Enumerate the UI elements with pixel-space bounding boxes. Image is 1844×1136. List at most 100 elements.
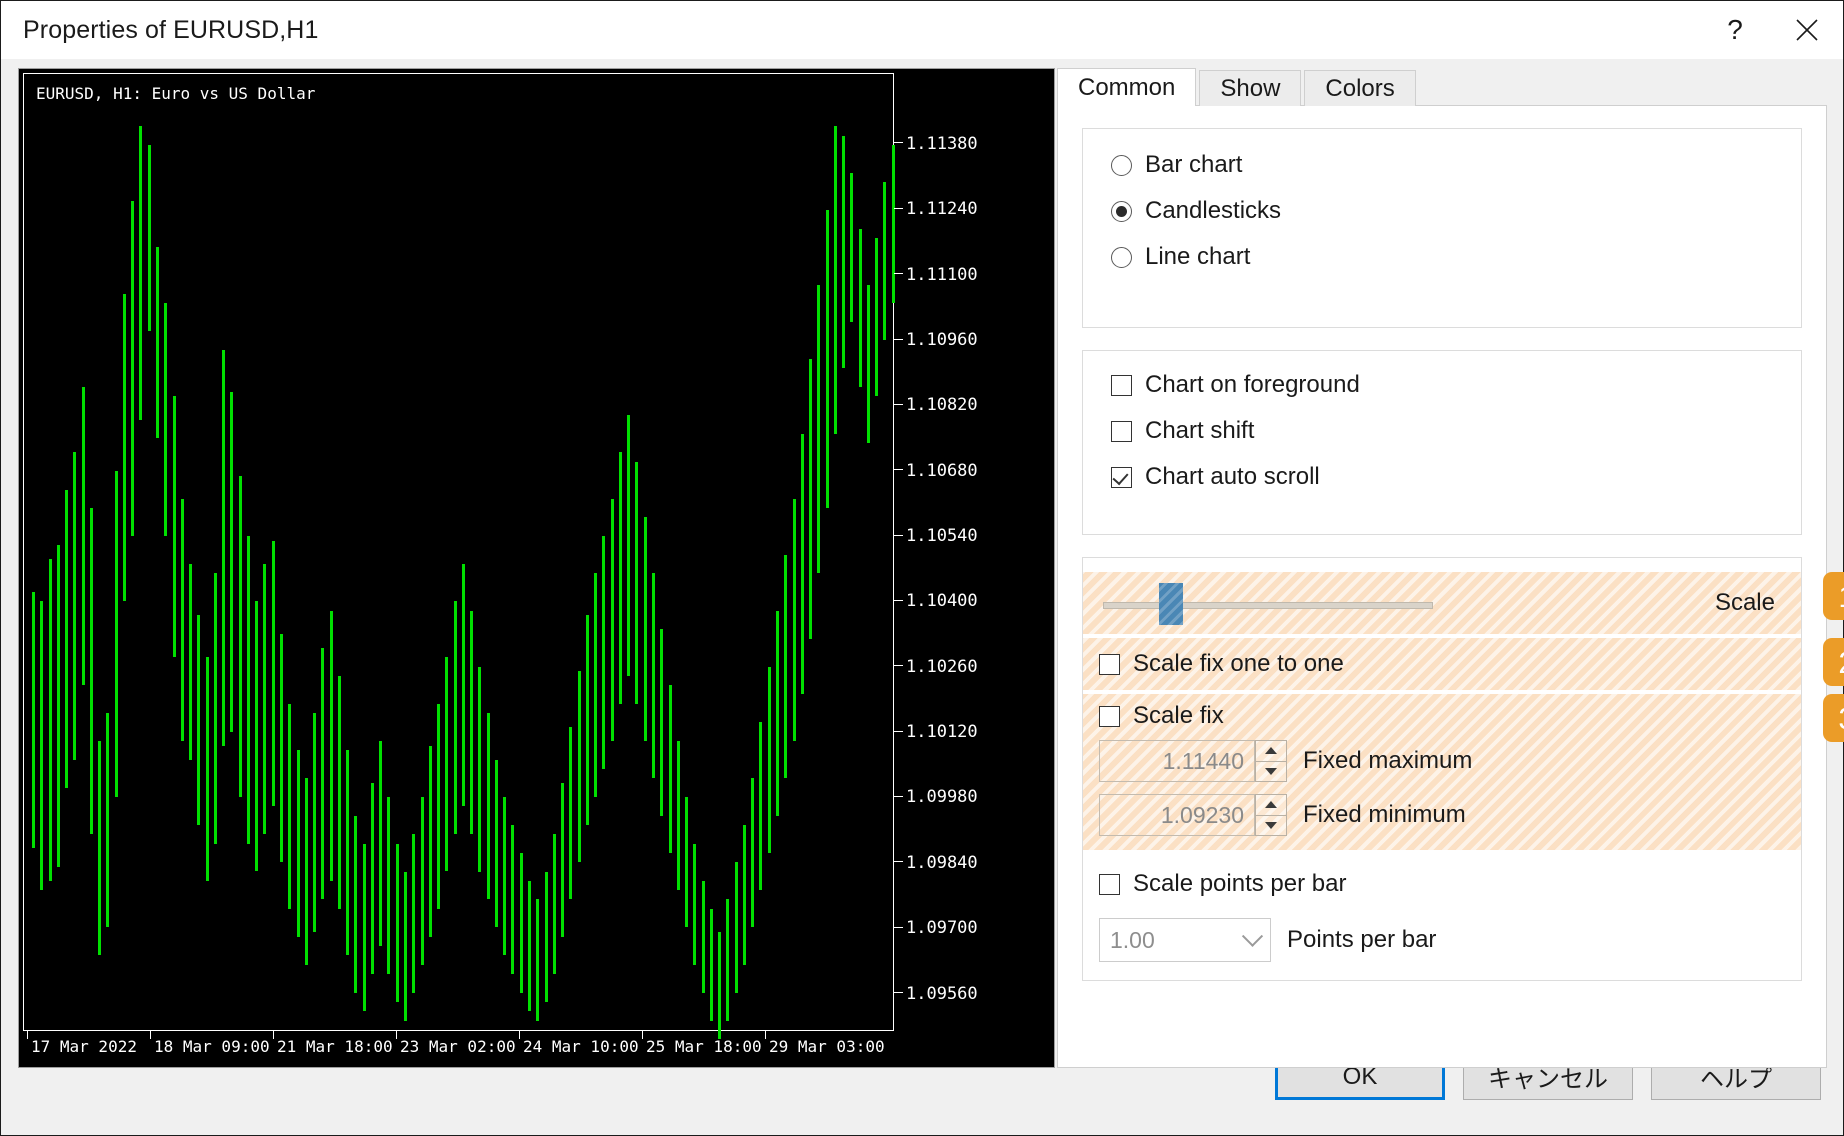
chart-symbol-label: EURUSD, H1: Euro vs US Dollar bbox=[36, 84, 315, 103]
stepper-down-button[interactable] bbox=[1255, 762, 1287, 783]
chart-bar bbox=[520, 853, 523, 993]
chart-bar bbox=[842, 136, 845, 369]
chart-bar bbox=[743, 825, 746, 965]
arrow-up-icon bbox=[1265, 747, 1277, 754]
chart-y-tick: 1.10540 bbox=[894, 526, 978, 546]
chart-bar bbox=[503, 797, 506, 955]
chart-bar bbox=[123, 294, 126, 601]
chart-bar bbox=[883, 182, 886, 340]
fixed-maximum-input[interactable]: 1.11440 bbox=[1099, 740, 1255, 782]
chevron-down-icon bbox=[1242, 925, 1263, 946]
chart-bar bbox=[40, 601, 43, 890]
fixed-minimum-input[interactable]: 1.09230 bbox=[1099, 794, 1255, 836]
chart-bar bbox=[487, 713, 490, 899]
chart-type-group: Bar chart Candlesticks Line chart bbox=[1082, 128, 1802, 328]
chart-y-tick: 1.10960 bbox=[894, 330, 978, 350]
chart-y-tick: 1.11240 bbox=[894, 199, 978, 219]
chart-x-tick: 29 Mar 03:00 bbox=[769, 1037, 885, 1056]
chart-bar bbox=[619, 452, 622, 704]
stepper-down-button[interactable] bbox=[1255, 816, 1287, 837]
checkbox-scale-fix-one-to-one[interactable]: Scale fix one to one bbox=[1083, 638, 1801, 690]
chart-y-tick: 1.09980 bbox=[894, 787, 978, 807]
chart-bar bbox=[826, 210, 829, 508]
radio-circle-selected-icon bbox=[1111, 201, 1132, 222]
chart-bar bbox=[173, 396, 176, 657]
annotation-badge-1: 1 bbox=[1823, 572, 1844, 620]
chart-bar bbox=[247, 536, 250, 843]
radio-candlesticks[interactable]: Candlesticks bbox=[1111, 199, 1773, 223]
points-per-bar-select[interactable]: 1.00 bbox=[1099, 918, 1271, 962]
chart-bar bbox=[222, 350, 225, 746]
stepper-up-button[interactable] bbox=[1255, 794, 1287, 816]
chart-bar bbox=[239, 476, 242, 797]
chart-bar bbox=[412, 834, 415, 992]
checkbox-chart-auto-scroll[interactable]: Chart auto scroll bbox=[1111, 465, 1773, 489]
chart-x-tickmark bbox=[765, 1031, 766, 1039]
checkbox-checked-icon bbox=[1111, 467, 1132, 488]
chart-bar bbox=[669, 685, 672, 853]
points-per-bar-label: Points per bar bbox=[1287, 926, 1436, 954]
chart-bar bbox=[49, 559, 52, 880]
fixed-minimum-stepper[interactable] bbox=[1255, 794, 1287, 836]
checkbox-icon bbox=[1111, 375, 1132, 396]
chart-plot-frame: EURUSD, H1: Euro vs US Dollar bbox=[23, 73, 894, 1031]
checkbox-scale-fix[interactable]: Scale fix bbox=[1099, 704, 1787, 728]
radio-line-chart[interactable]: Line chart bbox=[1111, 245, 1773, 269]
chart-bar bbox=[578, 671, 581, 862]
chart-bar bbox=[98, 741, 101, 955]
checkbox-chart-on-foreground-label: Chart on foreground bbox=[1145, 373, 1360, 397]
chart-bar bbox=[272, 541, 275, 807]
tab-strip: Common Show Colors bbox=[1057, 68, 1827, 106]
chart-bar bbox=[718, 932, 721, 1039]
chart-bars bbox=[24, 74, 893, 1030]
fixed-maximum-stepper[interactable] bbox=[1255, 740, 1287, 782]
chart-bar bbox=[834, 126, 837, 433]
chart-x-tick: 21 Mar 18:00 bbox=[277, 1037, 393, 1056]
chart-bar bbox=[288, 704, 291, 909]
chart-bar bbox=[602, 536, 605, 769]
tab-show[interactable]: Show bbox=[1199, 70, 1301, 106]
chart-bar bbox=[759, 722, 762, 890]
chart-bar bbox=[635, 462, 638, 704]
chart-bar bbox=[197, 615, 200, 825]
properties-dialog: Properties of EURUSD,H1 ? EURUSD, H1: Eu… bbox=[0, 0, 1844, 1136]
chart-bar bbox=[65, 490, 68, 788]
chart-bar bbox=[710, 909, 713, 1021]
chart-bar bbox=[230, 392, 233, 732]
scale-slider[interactable] bbox=[1103, 581, 1433, 625]
points-per-bar-row: 1.00 Points per bar bbox=[1099, 918, 1785, 962]
chart-bar bbox=[462, 564, 465, 806]
scale-fix-block: Scale fix 1.11440 Fixed maximum bbox=[1083, 694, 1801, 850]
tab-panel-common: Bar chart Candlesticks Line chart bbox=[1057, 105, 1827, 1068]
slider-thumb[interactable] bbox=[1159, 583, 1183, 625]
chart-bar bbox=[445, 657, 448, 871]
chart-y-tick: 1.09700 bbox=[894, 918, 978, 938]
checkbox-chart-on-foreground[interactable]: Chart on foreground bbox=[1111, 373, 1773, 397]
scale-slider-row[interactable]: Scale bbox=[1083, 572, 1801, 634]
stepper-up-button[interactable] bbox=[1255, 740, 1287, 762]
chart-bar bbox=[346, 750, 349, 955]
chart-bar bbox=[82, 387, 85, 685]
radio-circle-icon bbox=[1111, 247, 1132, 268]
chart-bar bbox=[528, 881, 531, 1011]
tab-common[interactable]: Common bbox=[1057, 68, 1196, 106]
chart-bar bbox=[280, 634, 283, 862]
checkbox-icon bbox=[1099, 654, 1120, 675]
help-button[interactable]: ? bbox=[1699, 1, 1771, 59]
chart-bar bbox=[726, 899, 729, 1020]
chart-bar bbox=[371, 783, 374, 974]
chart-bar bbox=[255, 601, 258, 871]
chart-bar bbox=[305, 778, 308, 964]
radio-bar-chart[interactable]: Bar chart bbox=[1111, 153, 1773, 177]
tab-colors[interactable]: Colors bbox=[1304, 70, 1415, 106]
checkbox-scale-points-per-bar[interactable]: Scale points per bar bbox=[1099, 872, 1785, 896]
annotation-badge-2: 2 bbox=[1823, 638, 1844, 686]
chart-bar bbox=[73, 452, 76, 759]
close-button[interactable] bbox=[1771, 1, 1843, 59]
checkbox-icon bbox=[1099, 706, 1120, 727]
checkbox-chart-auto-scroll-label: Chart auto scroll bbox=[1145, 465, 1320, 489]
chart-bar bbox=[404, 872, 407, 1021]
checkbox-chart-shift[interactable]: Chart shift bbox=[1111, 419, 1773, 443]
chart-bar bbox=[660, 629, 663, 815]
radio-bar-chart-label: Bar chart bbox=[1145, 153, 1242, 177]
